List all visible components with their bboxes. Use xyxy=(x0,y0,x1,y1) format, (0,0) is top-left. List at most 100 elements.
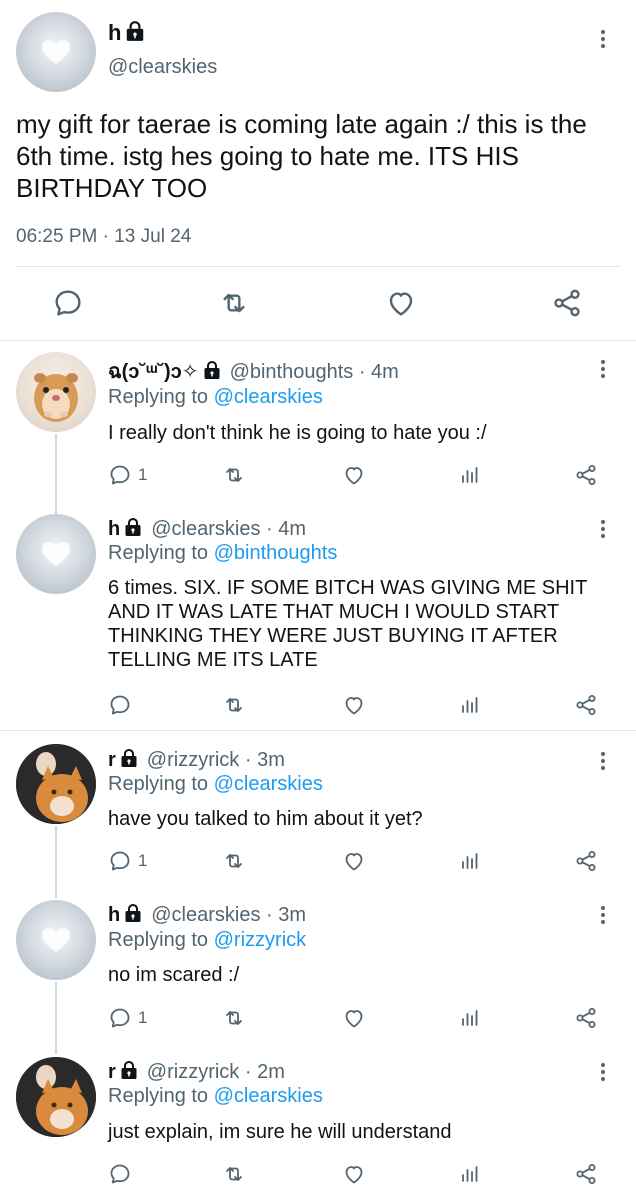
action-bar: 1 xyxy=(108,1006,608,1032)
cat-image xyxy=(16,744,96,824)
author-name[interactable]: h xyxy=(108,20,146,46)
replying-to: Replying to @clearskies xyxy=(108,386,323,408)
reply-author[interactable]: r @rizzyrick · 2m xyxy=(108,1060,285,1084)
comment-icon xyxy=(108,693,132,717)
thread-line xyxy=(55,982,57,1054)
retweet-button[interactable] xyxy=(222,1162,246,1186)
share-icon xyxy=(574,849,598,873)
mention-link[interactable]: @clearskies xyxy=(214,773,323,795)
mention-link[interactable]: @clearskies xyxy=(214,386,323,408)
comment-button[interactable]: 1 xyxy=(108,463,147,487)
like-button[interactable] xyxy=(342,1006,366,1030)
share-icon xyxy=(574,1162,598,1186)
retweet-icon xyxy=(222,693,246,717)
views-button[interactable] xyxy=(458,693,482,717)
views-icon xyxy=(458,463,482,487)
mention-link[interactable]: @binthoughts xyxy=(214,542,338,564)
share-button[interactable] xyxy=(574,693,598,717)
reply-author[interactable]: h @clearskies · 4m xyxy=(108,517,306,541)
divider xyxy=(0,730,636,731)
more-icon[interactable] xyxy=(600,1063,606,1081)
share-icon[interactable] xyxy=(551,287,583,319)
comment-icon[interactable] xyxy=(52,287,84,319)
replying-to: Replying to @clearskies xyxy=(108,773,323,795)
like-button[interactable] xyxy=(342,693,366,717)
more-icon[interactable] xyxy=(600,360,606,378)
avatar[interactable] xyxy=(16,514,96,594)
share-button[interactable] xyxy=(574,1006,598,1030)
like-button[interactable] xyxy=(342,1162,366,1186)
comment-icon xyxy=(108,463,132,487)
author-handle[interactable]: @clearskies xyxy=(108,56,217,79)
retweet-icon xyxy=(222,1162,246,1186)
comment-button[interactable]: 1 xyxy=(108,1006,147,1030)
avatar[interactable] xyxy=(16,1057,96,1137)
replying-to: Replying to @binthoughts xyxy=(108,542,338,564)
avatar[interactable] xyxy=(16,352,96,432)
heart-icon[interactable] xyxy=(385,287,417,319)
action-bar: 1 xyxy=(108,849,608,875)
avatar[interactable] xyxy=(16,744,96,824)
retweet-button[interactable] xyxy=(222,1006,246,1030)
more-icon[interactable] xyxy=(600,520,606,538)
retweet-button[interactable] xyxy=(222,849,246,873)
tweet-timestamp[interactable]: 06:25 PM · 13 Jul 24 xyxy=(16,226,191,248)
mention-link[interactable]: @rizzyrick xyxy=(214,929,307,951)
share-button[interactable] xyxy=(574,1162,598,1186)
views-button[interactable] xyxy=(458,1162,482,1186)
tweet-text: my gift for taerae is coming late again … xyxy=(16,109,587,203)
retweet-icon xyxy=(222,463,246,487)
thread-line xyxy=(55,434,57,514)
heart-icon xyxy=(342,849,366,873)
action-bar: 1 xyxy=(108,463,608,489)
retweet-icon[interactable] xyxy=(218,287,250,319)
thread-line xyxy=(55,826,57,898)
action-bar xyxy=(108,1162,608,1188)
reply-text: just explain, im sure he will understand xyxy=(108,1121,452,1143)
reply-author[interactable]: h @clearskies · 3m xyxy=(108,903,306,927)
mention-link[interactable]: @clearskies xyxy=(214,1085,323,1107)
views-button[interactable] xyxy=(458,849,482,873)
divider xyxy=(16,266,620,267)
more-icon[interactable] xyxy=(600,906,606,924)
retweet-button[interactable] xyxy=(222,693,246,717)
lock-icon xyxy=(124,20,146,42)
more-icon[interactable] xyxy=(600,30,606,48)
views-icon xyxy=(458,693,482,717)
lock-icon xyxy=(119,748,139,768)
like-button[interactable] xyxy=(342,463,366,487)
share-icon xyxy=(574,463,598,487)
reply-text: have you talked to him about it yet? xyxy=(108,808,423,830)
comment-button[interactable]: 1 xyxy=(108,849,147,873)
comment-button[interactable] xyxy=(108,1162,138,1186)
more-icon[interactable] xyxy=(600,752,606,770)
views-icon xyxy=(458,1006,482,1030)
replying-to: Replying to @rizzyrick xyxy=(108,929,307,951)
divider xyxy=(0,340,636,341)
comment-button[interactable] xyxy=(108,693,138,717)
reply-text: 6 times. SIX. IF SOME BITCH WAS GIVING M… xyxy=(108,577,587,671)
action-bar xyxy=(108,693,608,719)
retweet-icon xyxy=(222,1006,246,1030)
share-button[interactable] xyxy=(574,463,598,487)
reply-author[interactable]: r @rizzyrick · 3m xyxy=(108,748,285,772)
avatar[interactable] xyxy=(16,900,96,980)
retweet-button[interactable] xyxy=(222,463,246,487)
avatar[interactable] xyxy=(16,12,96,92)
reply-author[interactable]: ฉ(ɔ˘ᵚ˘)ɔ✧ @binthoughts · 4m xyxy=(108,355,399,387)
comment-icon xyxy=(108,1006,132,1030)
lock-icon xyxy=(202,360,222,380)
comment-icon xyxy=(108,1162,132,1186)
retweet-icon xyxy=(222,849,246,873)
views-button[interactable] xyxy=(458,1006,482,1030)
lock-icon xyxy=(123,903,143,923)
heart-icon xyxy=(342,1162,366,1186)
views-button[interactable] xyxy=(458,463,482,487)
cloud-heart-icon xyxy=(38,538,74,568)
like-button[interactable] xyxy=(342,849,366,873)
views-icon xyxy=(458,1162,482,1186)
reply-text: I really don't think he is going to hate… xyxy=(108,422,487,444)
share-button[interactable] xyxy=(574,849,598,873)
views-icon xyxy=(458,849,482,873)
cloud-heart-icon xyxy=(38,36,74,66)
